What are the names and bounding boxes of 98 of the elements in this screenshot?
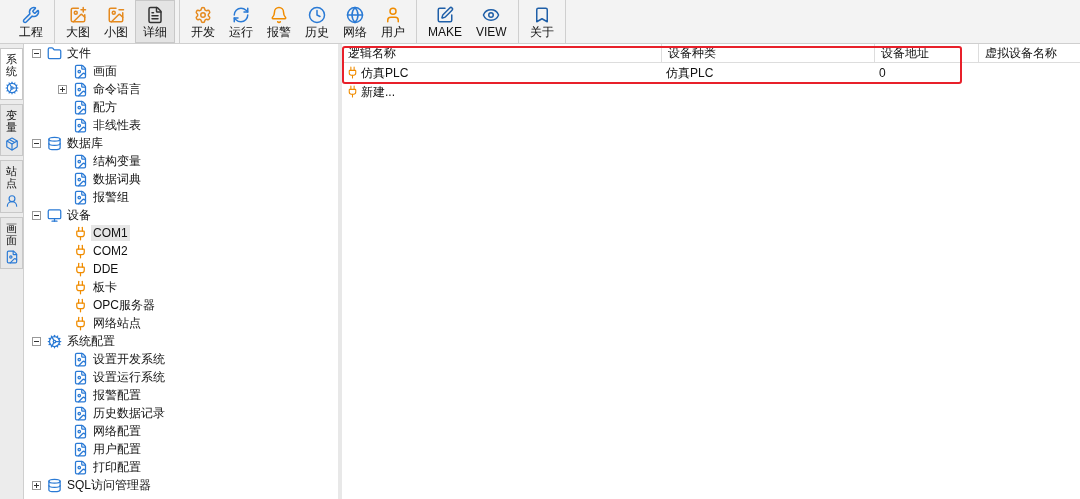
- tree-node-icon: [73, 63, 88, 79]
- tree-node-icon: [73, 279, 88, 295]
- toolbar-icon: [270, 5, 288, 24]
- tree-node-icon: [73, 441, 88, 457]
- tree-item[interactable]: COM1: [91, 225, 130, 241]
- tree-item[interactable]: 打印配置: [91, 459, 143, 475]
- toolbar-button[interactable]: 历史: [298, 0, 336, 43]
- tree-node-icon: [47, 207, 62, 223]
- tree-node-icon: [73, 297, 88, 313]
- tree-item[interactable]: 历史数据记录: [91, 405, 167, 421]
- toolbar-icon: [146, 5, 164, 24]
- side-tab-icon: [4, 81, 19, 96]
- toolbar-icon: [346, 5, 364, 24]
- tree-item[interactable]: 报警配置: [91, 387, 143, 403]
- tree-item[interactable]: OPC服务器: [91, 297, 157, 313]
- tree-item[interactable]: 命令语言: [91, 81, 143, 97]
- tree-node-icon: [47, 135, 62, 151]
- toolbar-icon: [436, 5, 454, 24]
- tree-item[interactable]: 数据库: [65, 135, 105, 151]
- expand-toggle[interactable]: [32, 480, 41, 490]
- tree-item[interactable]: 板卡: [91, 279, 119, 295]
- toolbar-icon: [232, 5, 250, 24]
- tree-item[interactable]: 画面: [91, 63, 119, 79]
- tree-item[interactable]: COM2: [91, 243, 130, 259]
- collapse-toggle[interactable]: [32, 138, 41, 148]
- toolbar-button[interactable]: 用户: [374, 0, 412, 43]
- toolbar-icon: [69, 5, 87, 24]
- tree-node-icon: [73, 189, 88, 205]
- toolbar-button[interactable]: MAKE: [421, 0, 469, 43]
- tree-item[interactable]: SQL访问管理器: [65, 477, 153, 493]
- collapse-toggle[interactable]: [32, 336, 41, 346]
- toolbar-button[interactable]: 详细: [135, 0, 175, 43]
- tree-node-icon: [73, 387, 88, 403]
- tree-node-icon: [73, 459, 88, 475]
- tree-item[interactable]: 网络配置: [91, 423, 143, 439]
- tree-item[interactable]: 报警组: [91, 189, 131, 205]
- tree-item[interactable]: 系统配置: [65, 333, 117, 349]
- column-header[interactable]: 虚拟设备名称: [979, 44, 1080, 62]
- tree-node-icon: [73, 243, 88, 259]
- toolbar-button[interactable]: 运行: [222, 0, 260, 43]
- column-header[interactable]: 逻辑名称: [342, 44, 662, 62]
- tree-node-icon: [73, 423, 88, 439]
- toolbar-button[interactable]: 关于: [522, 0, 561, 43]
- tree-item[interactable]: 结构变量: [91, 153, 143, 169]
- tree-item[interactable]: 文件: [65, 45, 93, 61]
- device-icon: [346, 85, 359, 98]
- collapse-toggle[interactable]: [32, 48, 41, 58]
- toolbar-button[interactable]: 报警: [260, 0, 298, 43]
- side-tab[interactable]: 画面: [0, 216, 23, 269]
- expand-toggle[interactable]: [58, 84, 67, 94]
- tree-node-icon: [73, 81, 88, 97]
- tree-node-icon: [73, 225, 88, 241]
- side-tab-icon: [4, 193, 19, 208]
- side-tab[interactable]: 站点: [0, 160, 23, 213]
- toolbar-button[interactable]: 大图: [59, 0, 97, 43]
- tree-node-icon: [73, 153, 88, 169]
- tree-node-icon: [73, 369, 88, 385]
- tree-node-icon: [47, 333, 62, 349]
- tree-node-icon: [47, 477, 62, 493]
- tree-node-icon: [73, 99, 88, 115]
- toolbar-icon: [308, 5, 326, 24]
- toolbar-button[interactable]: 工程: [12, 0, 50, 43]
- tree-node-icon: [47, 45, 62, 61]
- table-cell-text: 仿真PLC: [666, 64, 714, 82]
- side-tab-icon: [4, 249, 19, 264]
- table-cell[interactable]: 仿真PLC: [361, 63, 409, 82]
- table-cell-text: 0: [879, 64, 886, 82]
- tree-node-icon: [73, 117, 88, 133]
- tree-item[interactable]: 设置运行系统: [91, 369, 167, 385]
- tree-item[interactable]: 设置开发系统: [91, 351, 167, 367]
- toolbar-icon: [107, 5, 125, 24]
- toolbar-button[interactable]: 开发: [184, 0, 222, 43]
- tree-item[interactable]: 设备: [65, 207, 93, 223]
- column-header[interactable]: 设备地址: [875, 44, 979, 62]
- column-header[interactable]: 设备种类: [662, 44, 875, 62]
- tree-item[interactable]: 网络站点: [91, 315, 143, 331]
- collapse-toggle[interactable]: [32, 210, 41, 220]
- tree-item[interactable]: 用户配置: [91, 441, 143, 457]
- side-tab-icon: [4, 137, 19, 152]
- toolbar-button[interactable]: VIEW: [469, 0, 514, 43]
- tree-node-icon: [73, 405, 88, 421]
- toolbar-button[interactable]: 网络: [336, 0, 374, 43]
- device-icon: [346, 66, 359, 79]
- tree-item[interactable]: DDE: [91, 261, 121, 277]
- toolbar-icon: [22, 5, 40, 24]
- toolbar-button[interactable]: 小图: [97, 0, 135, 43]
- tree-item[interactable]: 非线性表: [91, 117, 143, 133]
- tree-node-icon: [73, 171, 88, 187]
- tree-node-icon: [73, 351, 88, 367]
- tree-item[interactable]: 配方: [91, 99, 119, 115]
- toolbar-icon: [194, 5, 212, 24]
- tree-item[interactable]: 数据词典: [91, 171, 143, 187]
- toolbar-icon: [384, 5, 402, 24]
- table-cell[interactable]: 新建...: [361, 82, 395, 101]
- tree-node-icon: [73, 315, 88, 331]
- side-tab[interactable]: 系统: [0, 48, 23, 101]
- tree-node-icon: [73, 261, 88, 277]
- side-tab[interactable]: 变量: [0, 104, 23, 157]
